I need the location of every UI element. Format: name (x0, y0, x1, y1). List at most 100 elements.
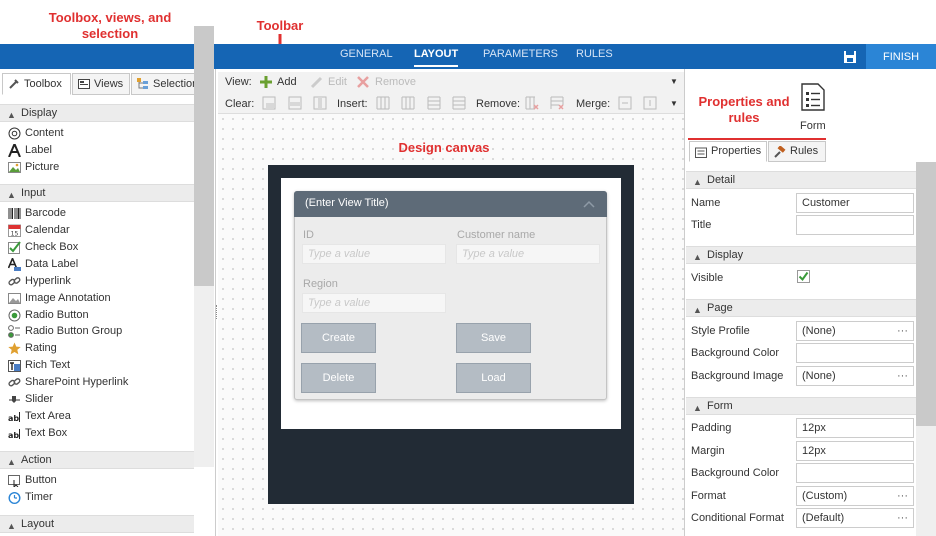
radio-group-icon (8, 325, 20, 338)
save-button[interactable]: Save (456, 323, 531, 353)
tab-properties[interactable]: Properties (689, 141, 767, 162)
properties-scrollbar-thumb[interactable] (916, 162, 936, 426)
margin-field[interactable]: 12px (796, 441, 914, 461)
section-layout[interactable]: ▲ Layout (0, 515, 194, 533)
toolbox-item-button[interactable]: Button (8, 472, 57, 488)
tab-parameters[interactable]: PARAMETERS (483, 44, 558, 69)
clear-row-icon[interactable] (288, 96, 302, 110)
section-detail[interactable]: ▲ Detail (686, 171, 916, 189)
toolbox-scrollbar-track[interactable] (194, 286, 214, 467)
title-field[interactable] (796, 215, 914, 235)
toolbox-item-timer[interactable]: Timer (8, 489, 53, 505)
tab-layout[interactable]: LAYOUT (414, 44, 459, 69)
insert-column-right-icon[interactable] (401, 96, 415, 110)
annotation-properties-label: Properties and rules (698, 94, 790, 125)
ellipsis-icon[interactable]: ··· (897, 322, 908, 340)
section-display-props[interactable]: ▲ Display (686, 246, 916, 264)
clear-cell-icon[interactable] (262, 96, 276, 110)
section-page[interactable]: ▲ Page (686, 299, 916, 317)
toolbox-item-label[interactable]: Label (8, 142, 52, 158)
clear-column-icon[interactable] (313, 96, 327, 110)
tab-views[interactable]: Views (72, 73, 130, 95)
section-form[interactable]: ▲ Form (686, 397, 916, 415)
ellipsis-icon[interactable]: ··· (897, 487, 908, 505)
insert-row-above-icon[interactable] (427, 96, 441, 110)
toolbox-item-label: Image Annotation (25, 292, 111, 304)
toolbar-overflow-bottom[interactable]: ▼ (670, 97, 678, 111)
section-action[interactable]: ▲ Action (0, 451, 194, 469)
remove-row-icon[interactable] (550, 96, 564, 110)
name-label: Name (691, 197, 721, 209)
chevron-up-icon[interactable] (583, 200, 595, 208)
toolbar-insert-label: Insert: (337, 98, 368, 110)
region-input[interactable]: Type a value (302, 293, 446, 313)
toolbox-item-rating[interactable]: Rating (8, 340, 57, 356)
chevron-up-icon: ▲ (693, 177, 702, 187)
toolbox-item-text-box[interactable]: ab Text Box (8, 425, 67, 441)
form-label: Form (800, 120, 826, 132)
customer-name-input[interactable]: Type a value (456, 244, 600, 264)
toolbox-item-sharepoint-hyperlink[interactable]: SharePoint Hyperlink (8, 374, 128, 390)
toolbox-item-picture[interactable]: Picture (8, 159, 59, 175)
style-profile-field[interactable]: (None) ··· (796, 321, 914, 341)
visible-checkbox[interactable] (797, 270, 810, 283)
annotation-toolbar: Toolbar (256, 18, 304, 33)
edit-button[interactable]: Edit (328, 75, 347, 89)
section-display[interactable]: ▲ Display (0, 104, 194, 122)
tab-general[interactable]: GENERAL (340, 44, 393, 69)
insert-row-below-icon[interactable] (452, 96, 466, 110)
page-bg-color-field[interactable] (796, 343, 914, 363)
text-area-icon: ab (8, 412, 20, 423)
toolbox-item-rich-text[interactable]: Rich Text (8, 357, 70, 373)
style-profile-label: Style Profile (691, 325, 750, 337)
toolbox-item-calendar[interactable]: 15 Calendar (8, 222, 70, 238)
toolbox-item-barcode[interactable]: Barcode (8, 205, 66, 221)
remove-column-icon[interactable] (525, 96, 539, 110)
radio-icon (8, 309, 21, 322)
save-icon[interactable] (843, 50, 857, 64)
toolbox-scrollbar-thumb[interactable] (194, 26, 214, 286)
add-button[interactable]: Add (277, 75, 297, 89)
bg-image-field[interactable]: (None) ··· (796, 366, 914, 386)
tab-rules-panel[interactable]: Rules (768, 141, 826, 162)
toolbox-item-image-annotation[interactable]: Image Annotation (8, 290, 111, 306)
tab-rules[interactable]: RULES (576, 44, 613, 69)
toolbar-overflow-top[interactable]: ▼ (670, 75, 678, 89)
finish-button[interactable]: FINISH (866, 44, 936, 69)
tab-toolbox[interactable]: Toolbox (2, 73, 71, 95)
remove-button[interactable]: Remove (375, 75, 416, 89)
toolbox-item-radio-button[interactable]: Radio Button (8, 307, 89, 323)
name-field[interactable]: Customer (796, 193, 914, 213)
load-button[interactable]: Load (456, 363, 531, 393)
tab-toolbox-label: Toolbox (24, 78, 62, 90)
create-button[interactable]: Create (301, 323, 376, 353)
ellipsis-icon[interactable]: ··· (897, 367, 908, 385)
gavel-icon (774, 146, 786, 158)
add-icon (260, 76, 272, 88)
toolbox-item-check-box[interactable]: Check Box (8, 239, 78, 255)
insert-column-left-icon[interactable] (376, 96, 390, 110)
title-label: Title (691, 219, 712, 231)
format-field[interactable]: (Custom) ··· (796, 486, 914, 506)
form-icon[interactable] (801, 83, 825, 111)
section-input[interactable]: ▲ Input (0, 184, 194, 202)
padding-field[interactable]: 12px (796, 418, 914, 438)
toolbox-item-hyperlink[interactable]: Hyperlink (8, 273, 71, 289)
delete-button[interactable]: Delete (301, 363, 376, 393)
toolbox-item-slider[interactable]: Slider (8, 391, 53, 407)
toolbox-item-radio-button-group[interactable]: Radio Button Group (8, 323, 122, 339)
id-input[interactable]: Type a value (302, 244, 446, 264)
barcode-icon (8, 208, 21, 219)
merge-rows-icon[interactable] (643, 96, 657, 110)
toolbox-item-text-area[interactable]: ab Text Area (8, 408, 71, 424)
view-title[interactable]: (Enter View Title) (294, 191, 607, 217)
toolbox-item-data-label[interactable]: Data Label (8, 256, 78, 272)
properties-scrollbar-track[interactable] (916, 426, 936, 536)
conditional-format-field[interactable]: (Default) ··· (796, 508, 914, 528)
ellipsis-icon[interactable]: ··· (897, 509, 908, 527)
form-bg-color-field[interactable] (796, 463, 914, 483)
merge-cells-icon[interactable] (618, 96, 632, 110)
section-input-title: Input (21, 187, 46, 199)
bg-image-label: Background Image (691, 370, 784, 382)
toolbox-item-content[interactable]: Content (8, 125, 64, 141)
